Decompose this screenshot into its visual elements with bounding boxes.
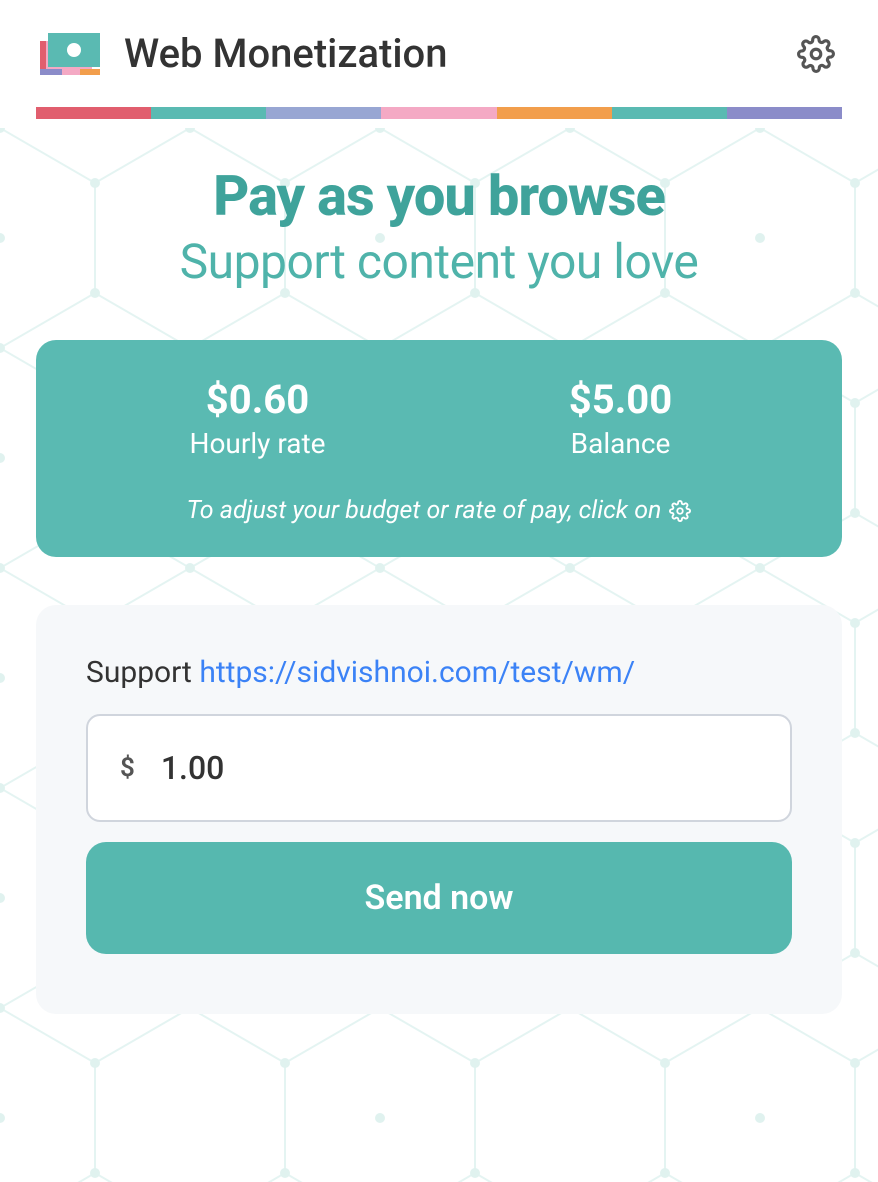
support-card: Support https://sidvishnoi.com/test/wm/ … — [36, 605, 842, 1014]
color-segment — [497, 107, 612, 119]
support-label: Support https://sidvishnoi.com/test/wm/ — [86, 655, 792, 690]
currency-symbol: $ — [120, 753, 135, 783]
color-segment — [36, 107, 151, 119]
amount-input[interactable] — [161, 749, 758, 787]
settings-button[interactable] — [794, 32, 838, 76]
stats-hint: To adjust your budget or rate of pay, cl… — [76, 496, 802, 525]
stats-card: $0.60 Hourly rate $5.00 Balance To adjus… — [36, 340, 842, 557]
header-left: Web Monetization — [40, 30, 448, 77]
stats-row: $0.60 Hourly rate $5.00 Balance — [76, 376, 802, 460]
color-segment — [612, 107, 727, 119]
gear-icon — [669, 500, 691, 522]
hourly-rate-value: $0.60 — [76, 376, 439, 423]
amount-input-wrapper: $ — [86, 714, 792, 822]
app-logo — [40, 33, 100, 75]
gear-icon — [797, 35, 835, 73]
color-segment — [266, 107, 381, 119]
send-now-button[interactable]: Send now — [86, 842, 792, 954]
hero-subtitle: Support content you love — [36, 233, 842, 290]
stats-hint-text: To adjust your budget or rate of pay, cl… — [187, 496, 662, 525]
color-segment — [727, 107, 842, 119]
balance-value: $5.00 — [439, 376, 802, 423]
color-strip — [36, 107, 842, 119]
color-segment — [151, 107, 266, 119]
main-content: Pay as you browse Support content you lo… — [0, 119, 878, 1014]
hourly-rate-label: Hourly rate — [76, 427, 439, 460]
app-title: Web Monetization — [124, 30, 448, 77]
header: Web Monetization — [0, 0, 878, 107]
balance-label: Balance — [439, 427, 802, 460]
color-segment — [381, 107, 496, 119]
hero-title: Pay as you browse — [36, 163, 842, 229]
balance-stat: $5.00 Balance — [439, 376, 802, 460]
hourly-rate-stat: $0.60 Hourly rate — [76, 376, 439, 460]
support-label-prefix: Support — [86, 655, 199, 690]
support-url-link[interactable]: https://sidvishnoi.com/test/wm/ — [199, 655, 635, 690]
